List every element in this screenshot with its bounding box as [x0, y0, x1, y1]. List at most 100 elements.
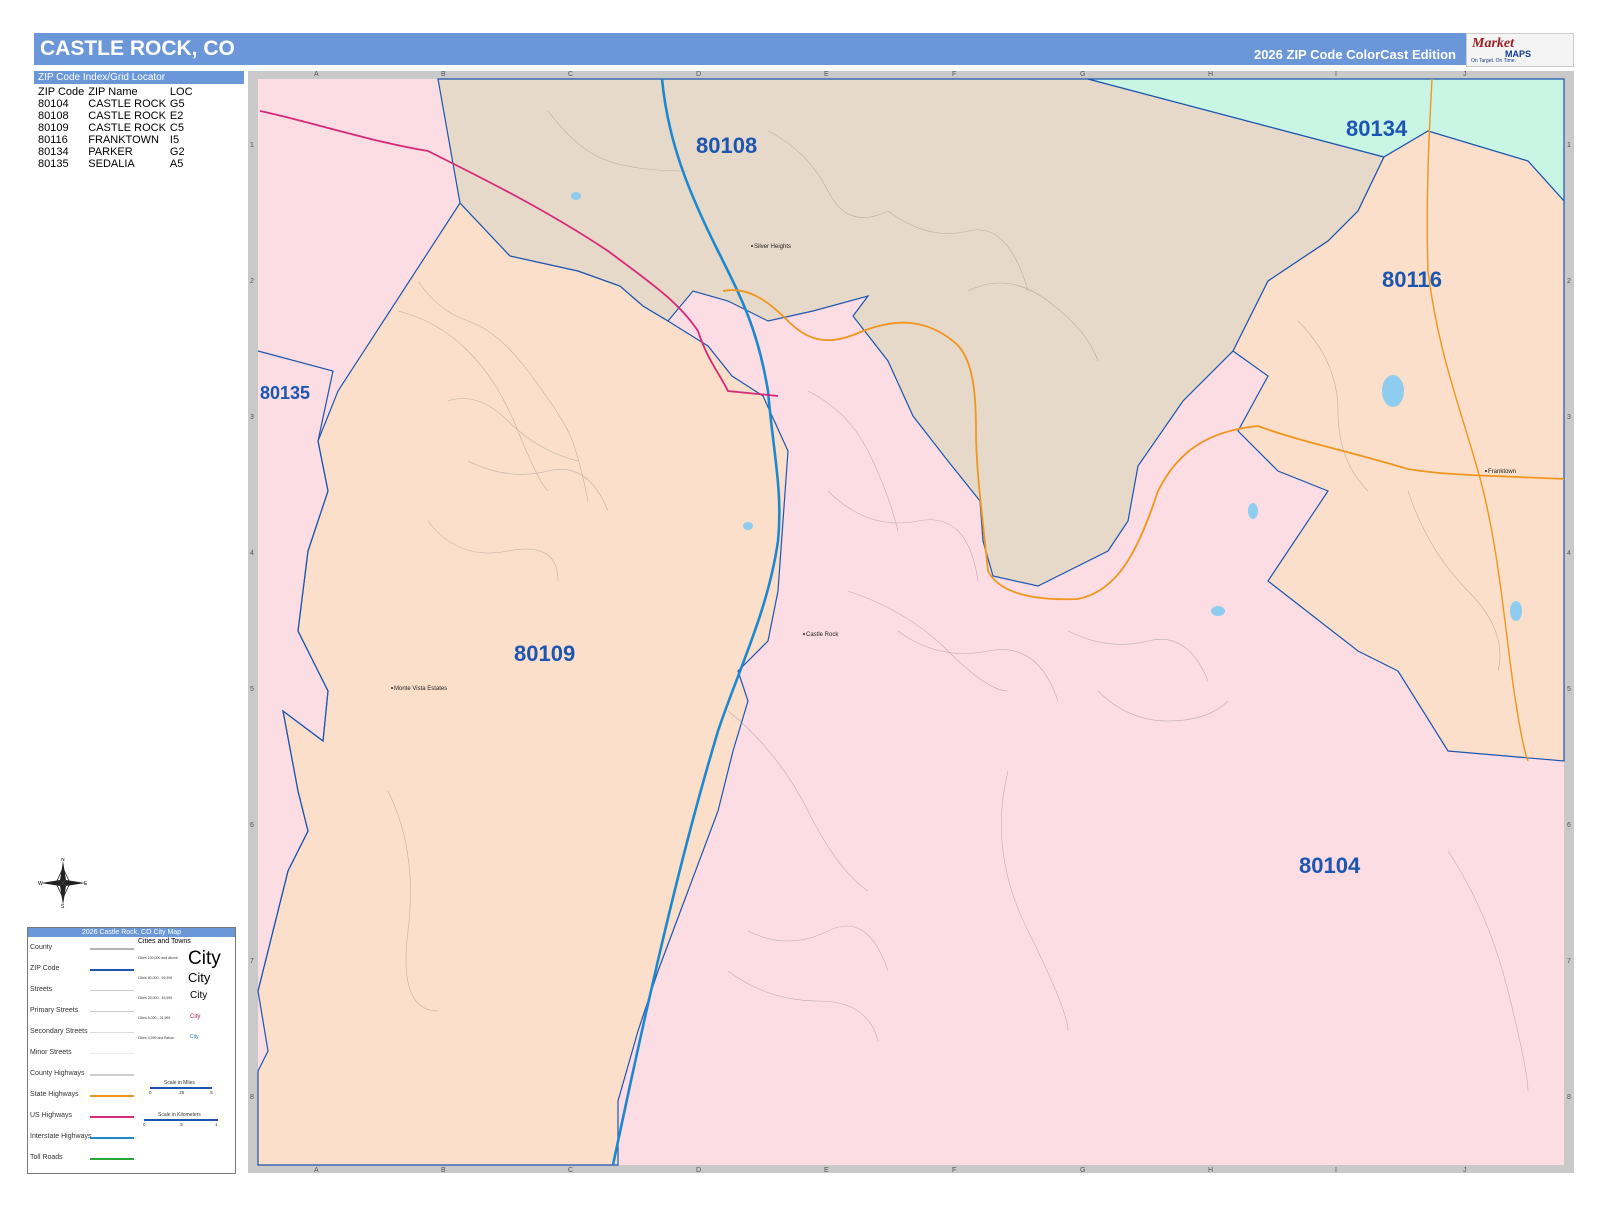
legend-item: State Highways [30, 1091, 79, 1098]
name-cell: SEDALIA [88, 158, 135, 170]
scale-label: .25 [178, 1090, 185, 1095]
name-cell: PARKER [88, 146, 133, 158]
grid-row-label: 1 [250, 142, 254, 149]
legend-swatch-primary [90, 1011, 134, 1012]
zip-cell: 80116 [38, 134, 68, 146]
scale-label: 0 [149, 1090, 152, 1095]
compass-s: S [61, 904, 65, 908]
grid-row-label: 4 [250, 550, 254, 557]
table-row: 80116 FRANKTOWN I5 [38, 134, 197, 146]
grid-col-label: C [568, 1167, 573, 1173]
name-cell: CASTLE ROCK [88, 98, 166, 110]
col-header: LOC [169, 86, 193, 98]
compass-n: N [61, 858, 65, 863]
legend-swatch-minor [90, 1053, 134, 1054]
zip-label-80135: 80135 [260, 383, 310, 403]
scale-label: .5 [209, 1090, 213, 1095]
lake [1510, 601, 1522, 621]
grid-row-label: 5 [250, 686, 254, 693]
legend-scale-miles: Scale in Miles [164, 1080, 195, 1086]
legend-city-size: Cities 4,999 and Below [138, 1036, 174, 1040]
place-silver-heights: Silver Heights [754, 244, 791, 250]
map-title: CASTLE ROCK, CO [40, 37, 235, 60]
legend-item: County Highways [30, 1070, 85, 1077]
lake [571, 192, 581, 200]
zip-index-table: ZIP Code ZIP Name LOC 80104 CASTLE ROCK G5… [38, 86, 197, 170]
table-row: 80104 CASTLE ROCK G5 [38, 98, 197, 110]
lake [1248, 503, 1258, 519]
grid-row-label: 3 [1567, 414, 1571, 421]
legend-swatch-streets [90, 990, 134, 991]
loc-cell: A5 [169, 158, 184, 170]
grid-col-label: A [314, 1167, 319, 1173]
legend-city-size: Cities 100,000 and Above [138, 956, 178, 960]
zip-label-80109: 80109 [514, 641, 575, 666]
zip-map[interactable]: A B C D E F G H I J A B C D E F G H I J … [248, 71, 1574, 1173]
zip-label-80116: 80116 [1382, 267, 1442, 292]
col-header: ZIP Name [88, 86, 138, 98]
grid-row-label: 6 [250, 822, 254, 829]
grid-col-label: F [952, 1167, 956, 1173]
legend-item: Secondary Streets [30, 1028, 88, 1035]
grid-row-label: 7 [250, 958, 254, 965]
zip-label-80104: 80104 [1299, 853, 1361, 878]
legend-city-size: Cities 25,000 - 49,999 [138, 996, 173, 1000]
grid-col-label: B [441, 1167, 446, 1173]
edition-label: 2026 ZIP Code ColorCast Edition [1253, 47, 1456, 62]
grid-col-label: F [952, 71, 956, 78]
zip-index-header-row: ZIP Code ZIP Name LOC [38, 86, 197, 98]
compass-w: W [38, 881, 43, 887]
logo-tagline: On Target. On Time. [1471, 58, 1516, 64]
zip-label-80134: 80134 [1346, 116, 1408, 141]
grid-col-label: D [696, 1167, 701, 1173]
grid-row-label: 5 [1567, 686, 1571, 693]
legend-swatch-county [90, 948, 134, 950]
grid-row-label: 8 [250, 1094, 254, 1101]
legend-swatch-toll [90, 1158, 134, 1160]
zip-label-80108: 80108 [696, 133, 757, 158]
publisher-logo: Market MAPS On Target. On Time. [1466, 33, 1574, 67]
table-row: 80109 CASTLE ROCK C5 [38, 122, 197, 134]
compass-e: E [84, 881, 88, 887]
table-row: 80135 SEDALIA A5 [38, 158, 197, 170]
grid-col-label: E [824, 71, 829, 78]
grid-row-label: 4 [1567, 550, 1571, 557]
grid-row-label: 3 [250, 414, 254, 421]
zip-index-title: ZIP Code Index/Grid Locator [34, 71, 244, 84]
grid-col-label: E [824, 1167, 829, 1173]
loc-cell: G5 [169, 98, 185, 110]
scale-label: .5 [179, 1122, 183, 1127]
grid-col-label: J [1463, 1167, 1467, 1173]
zip-cell: 80108 [38, 110, 69, 122]
zip-cell: 80135 [38, 158, 69, 170]
place-monte-vista: Monte Vista Estates [394, 686, 447, 692]
name-cell: CASTLE ROCK [88, 110, 166, 122]
legend-city-sample: City [188, 948, 221, 969]
legend-swatch-secondary [90, 1032, 134, 1033]
legend-swatch-state-hwy [90, 1095, 134, 1097]
grid-row-label: 1 [1567, 142, 1571, 149]
zip-cell: 80134 [38, 146, 69, 158]
legend-item: Toll Roads [30, 1154, 63, 1161]
scale-label: 0 [143, 1122, 146, 1127]
legend-item: Primary Streets [30, 1007, 79, 1014]
legend-city-sample: City [188, 970, 211, 985]
compass-rose-icon: N W E S [38, 858, 88, 908]
name-cell: FRANKTOWN [88, 134, 159, 146]
grid-row-label: 2 [1567, 278, 1571, 285]
loc-cell: E2 [169, 110, 184, 122]
legend-city-sample: City [190, 990, 208, 1001]
grid-col-label: G [1080, 71, 1085, 78]
grid-col-label: D [696, 71, 701, 78]
scale-bar-miles [150, 1087, 212, 1089]
loc-cell: C5 [169, 122, 184, 134]
lake [1382, 375, 1404, 407]
grid-row-label: 2 [250, 278, 254, 285]
map-frame[interactable]: A B C D E F G H I J A B C D E F G H I J … [248, 71, 1574, 1173]
grid-col-label: B [441, 71, 446, 78]
legend-swatch-us-hwy [90, 1116, 134, 1118]
grid-col-label: G [1080, 1167, 1085, 1173]
legend-swatch-county-hwy [90, 1074, 134, 1076]
scale-label: 1 [215, 1122, 218, 1127]
grid-row-label: 6 [1567, 822, 1571, 829]
